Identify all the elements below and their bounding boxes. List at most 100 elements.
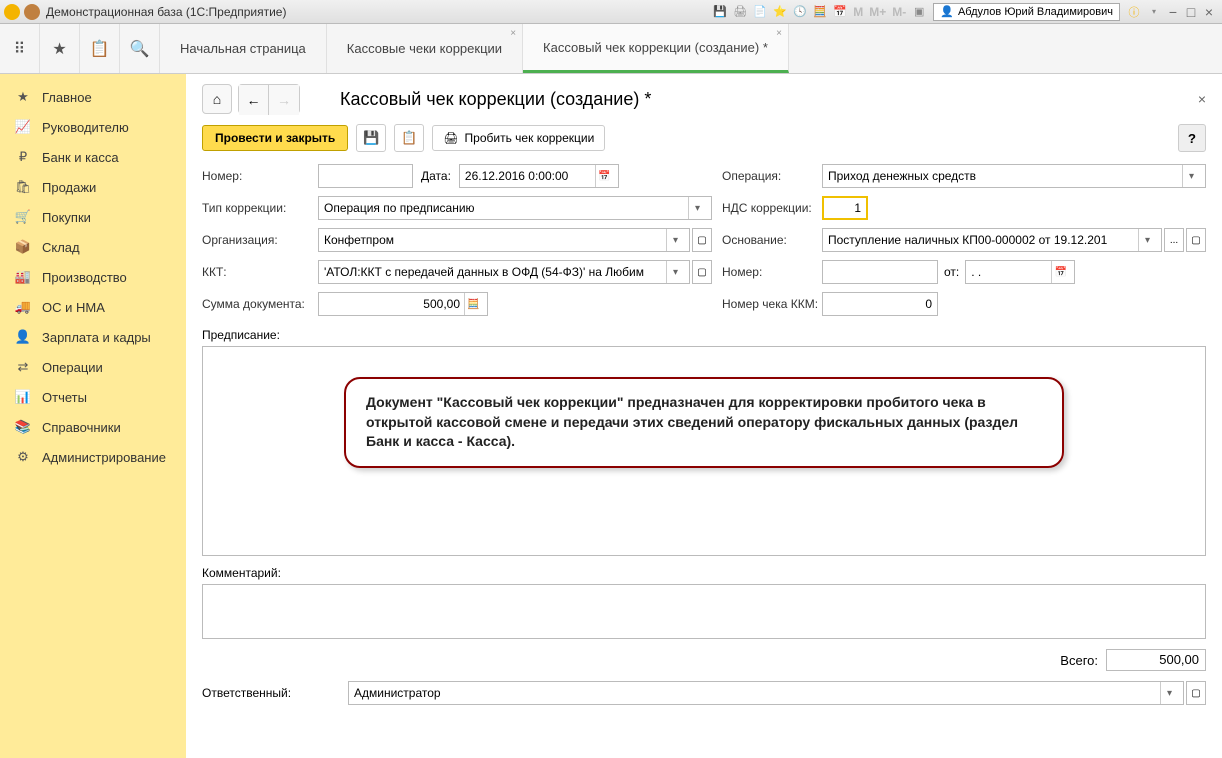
sidebar-item-sales[interactable]: 🛍Продажи: [0, 172, 186, 202]
m-minus-button[interactable]: M-: [889, 5, 909, 19]
page-close-button[interactable]: ×: [1198, 91, 1206, 107]
calendar-icon[interactable]: 📅: [832, 4, 848, 20]
tab-checks[interactable]: Кассовые чеки коррекции ×: [327, 24, 523, 73]
post-button[interactable]: 📋: [394, 124, 424, 152]
number-input[interactable]: [318, 164, 413, 188]
operation-select[interactable]: Приход денежных средств ▾: [822, 164, 1206, 188]
number-label: Номер:: [202, 169, 318, 183]
save-button[interactable]: 💾: [356, 124, 386, 152]
chevron-down-icon[interactable]: ▾: [666, 229, 684, 251]
basis-from-label: от:: [944, 265, 959, 279]
vat-input[interactable]: [822, 196, 868, 220]
tab-close-icon[interactable]: ×: [776, 28, 782, 39]
sidebar-item-hr[interactable]: 👤Зарплата и кадры: [0, 322, 186, 352]
factory-icon: 🏭: [14, 269, 32, 285]
basis-num-input[interactable]: [822, 260, 938, 284]
date-input[interactable]: 26.12.2016 0:00:00 📅: [459, 164, 619, 188]
bars-icon: 📊: [14, 389, 32, 405]
basis-num-label: Номер:: [722, 265, 822, 279]
tab-check-create[interactable]: Кассовый чек коррекции (создание) * ×: [523, 24, 789, 73]
chevron-down-icon[interactable]: ▾: [666, 261, 684, 283]
date-value: 26.12.2016 0:00:00: [465, 169, 568, 183]
info-icon[interactable]: ⓘ: [1126, 4, 1142, 20]
dropdown-icon[interactable]: [24, 4, 40, 20]
print-icon[interactable]: 🖨: [732, 4, 748, 20]
responsible-open-button[interactable]: ▢: [1186, 681, 1206, 705]
sidebar-item-reports[interactable]: 📊Отчеты: [0, 382, 186, 412]
calc-icon[interactable]: 🧮: [464, 293, 482, 315]
basis-from-value: . .: [971, 265, 981, 279]
sum-input[interactable]: 500,00🧮: [318, 292, 488, 316]
sidebar-item-manager[interactable]: 📈 Руководителю: [0, 112, 186, 142]
basis-label: Основание:: [722, 233, 822, 247]
sidebar-item-main[interactable]: ★Главное: [0, 82, 186, 112]
punch-check-button[interactable]: 🖨Пробить чек коррекции: [432, 125, 605, 151]
star-icon[interactable]: ★: [40, 24, 80, 73]
sidebar-item-reference[interactable]: 📚Справочники: [0, 412, 186, 442]
calc-icon[interactable]: 🧮: [812, 4, 828, 20]
comment-textarea[interactable]: [202, 584, 1206, 639]
doc-icon[interactable]: 📄: [752, 4, 768, 20]
kkt-open-button[interactable]: ▢: [692, 260, 712, 284]
info-drop-icon[interactable]: ▾: [1146, 4, 1162, 20]
post-close-button[interactable]: Провести и закрыть: [202, 125, 348, 151]
favorite-icon[interactable]: ⭐: [772, 4, 788, 20]
corr-type-label: Тип коррекции:: [202, 201, 318, 215]
corr-type-select[interactable]: Операция по предписанию▾: [318, 196, 712, 220]
user-box[interactable]: 👤 Абдулов Юрий Владимирович: [933, 3, 1120, 21]
sidebar-item-assets[interactable]: 🚚ОС и НМА: [0, 292, 186, 322]
info-callout: Документ "Кассовый чек коррекции" предна…: [344, 377, 1064, 468]
org-open-button[interactable]: ▢: [692, 228, 712, 252]
calendar-icon[interactable]: 📅: [1051, 261, 1069, 283]
forward-button[interactable]: →: [269, 85, 299, 115]
sidebar-item-purchases[interactable]: 🛒Покупки: [0, 202, 186, 232]
prescription-textarea[interactable]: Документ "Кассовый чек коррекции" предна…: [202, 346, 1206, 556]
page-title: Кассовый чек коррекции (создание) *: [340, 89, 651, 110]
chevron-down-icon[interactable]: ▾: [1138, 229, 1156, 251]
basis-date-input[interactable]: . . 📅: [965, 260, 1075, 284]
responsible-select[interactable]: Администратор▾: [348, 681, 1184, 705]
chevron-down-icon[interactable]: ▾: [688, 197, 706, 219]
sum-label: Сумма документа:: [202, 297, 318, 311]
back-button[interactable]: ←: [239, 85, 269, 115]
chevron-down-icon[interactable]: ▾: [1160, 682, 1178, 704]
org-value: Конфетпром: [324, 233, 394, 247]
basis-open-button[interactable]: ▢: [1186, 228, 1206, 252]
punch-check-label: Пробить чек коррекции: [465, 131, 595, 145]
sidebar-item-label: Администрирование: [42, 450, 166, 465]
chevron-down-icon[interactable]: ▾: [1182, 165, 1200, 187]
minimize-button[interactable]: −: [1164, 4, 1182, 20]
sidebar-item-bank[interactable]: ₽Банк и касса: [0, 142, 186, 172]
help-button[interactable]: ?: [1178, 124, 1206, 152]
m-plus-button[interactable]: M+: [866, 5, 889, 19]
m-button[interactable]: M: [850, 5, 866, 19]
operation-value: Приход денежных средств: [828, 169, 976, 183]
bag-icon: 🛍: [14, 179, 32, 195]
kkt-select[interactable]: 'АТОЛ:ККТ с передачей данных в ОФД (54-Ф…: [318, 260, 690, 284]
apps-icon[interactable]: ⠿: [0, 24, 40, 73]
tab-start[interactable]: Начальная страница: [160, 24, 327, 73]
clipboard-icon[interactable]: 📋: [80, 24, 120, 73]
kkm-num-input[interactable]: [822, 292, 938, 316]
save-icon[interactable]: 💾: [712, 4, 728, 20]
tab-close-icon[interactable]: ×: [510, 28, 516, 39]
panel-icon[interactable]: ▣: [911, 4, 927, 20]
sidebar-item-production[interactable]: 🏭Производство: [0, 262, 186, 292]
basis-select[interactable]: Поступление наличных КП00-000002 от 19.1…: [822, 228, 1162, 252]
close-button[interactable]: ×: [1200, 4, 1218, 20]
sidebar-item-label: ОС и НМА: [42, 300, 105, 315]
gear-icon: ⚙: [14, 449, 32, 465]
maximize-button[interactable]: □: [1182, 4, 1200, 20]
search-icon[interactable]: 🔍: [120, 24, 160, 73]
home-button[interactable]: ⌂: [202, 84, 232, 114]
sidebar-item-warehouse[interactable]: 📦Склад: [0, 232, 186, 262]
basis-ellipsis-button[interactable]: ...: [1164, 228, 1184, 252]
sidebar-item-label: Руководителю: [42, 120, 129, 135]
ops-icon: ⇄: [14, 359, 32, 375]
sidebar-item-operations[interactable]: ⇄Операции: [0, 352, 186, 382]
chart-icon: 📈: [14, 119, 32, 135]
calendar-icon[interactable]: 📅: [595, 165, 613, 187]
history-icon[interactable]: 🕓: [792, 4, 808, 20]
sidebar-item-admin[interactable]: ⚙ Администрирование: [0, 442, 186, 472]
org-select[interactable]: Конфетпром ▾: [318, 228, 690, 252]
